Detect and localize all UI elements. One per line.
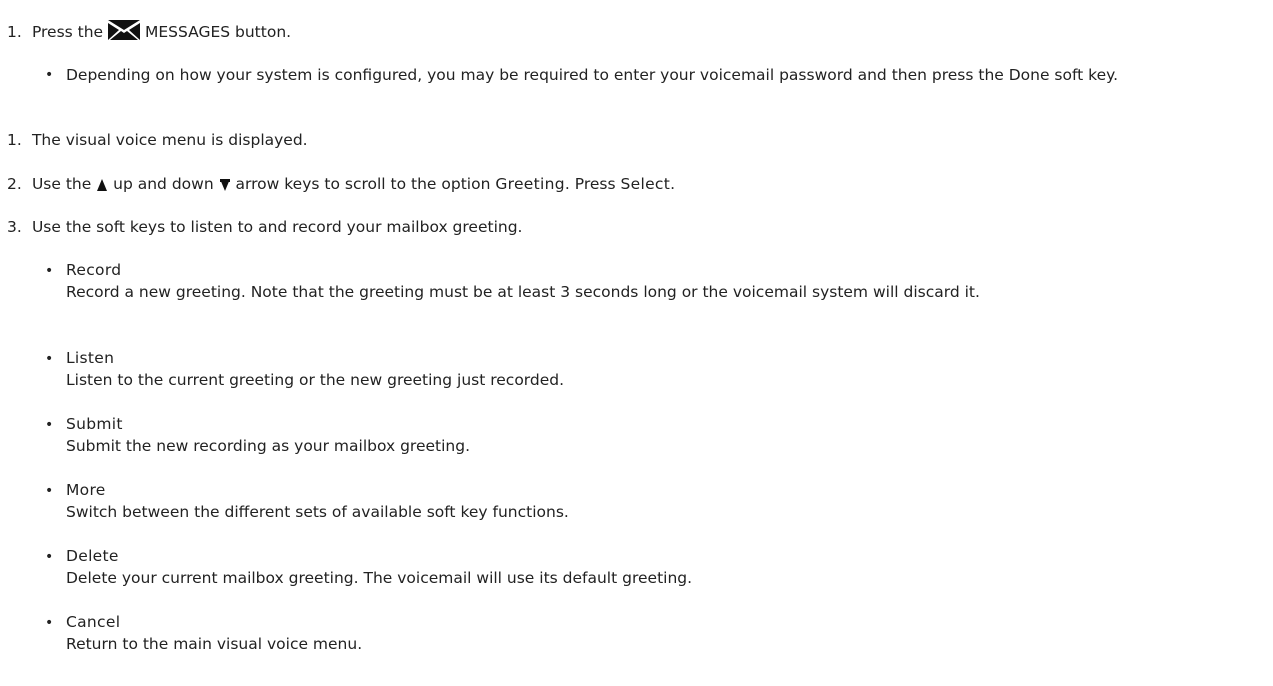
softkey-item-cancel: Cancel Return to the main visual voice m… [66,611,1256,655]
step-number: 3. [7,218,22,236]
softkey-description: Record a new greeting. Note that the gre… [66,283,980,301]
step-text-after-icon: MESSAGES button. [144,23,292,41]
softkey-description: Delete your current mailbox greeting. Th… [66,569,693,587]
softkey-description: Return to the main visual voice menu. [66,635,363,653]
bullet-marker: • [45,263,54,279]
select-key-name: Select [620,175,671,193]
bullet-marker: • [45,417,54,433]
down-arrow-icon [219,177,231,197]
step-text-part1: Use the [31,175,92,193]
step-text-part3: arrow keys to scroll to the option [235,175,491,193]
bullet-marker: • [45,351,54,367]
bullet-marker: • [45,67,54,83]
softkey-item-listen: Listen Listen to the current greeting or… [66,347,1256,391]
step-display: 1. The visual voice menu is displayed. [7,130,308,150]
softkey-term: Submit [66,415,123,433]
step-text-part4: . Press [564,175,616,193]
softkey-description: Switch between the different sets of ava… [66,503,569,521]
softkey-description: Listen to the current greeting or the ne… [66,371,565,389]
step-text: Use the soft keys to listen to and recor… [31,218,523,236]
instructions-document: 1. Press the MESSAGES button. • Dependin… [0,0,1273,686]
step-scroll: 2. Use the up and down arrow keys to scr… [7,174,675,197]
softkey-term: More [66,481,106,499]
step-number: 1. [7,131,22,149]
step-1-note: Depending on how your system is configur… [66,66,1119,84]
step-text: The visual voice menu is displayed. [31,131,308,149]
bullet-marker: • [45,549,54,565]
up-arrow-icon [96,177,108,197]
softkey-item-record: Record Record a new greeting. Note that … [66,259,1256,303]
step-number: 2. [7,175,22,193]
step-softkeys: 3. Use the soft keys to listen to and re… [7,217,522,237]
step-1: 1. Press the MESSAGES button. [7,20,291,45]
softkey-term: Listen [66,349,115,367]
softkey-description: Submit the new recording as your mailbox… [66,437,470,455]
softkey-term: Record [66,261,122,279]
softkey-item-submit: Submit Submit the new recording as your … [66,413,1256,457]
step-text-part5: . [670,175,676,193]
step-number: 1. [7,23,22,41]
softkey-item-delete: Delete Delete your current mailbox greet… [66,545,1256,589]
step-text-before-icon: Press the [31,23,104,41]
option-name: Greeting [495,175,565,193]
softkey-item-more: More Switch between the different sets o… [66,479,1256,523]
softkey-term: Cancel [66,613,121,631]
step-text-part2: up and down [113,175,214,193]
envelope-icon [108,20,141,45]
bullet-marker: • [45,615,54,631]
bullet-marker: • [45,483,54,499]
softkey-term: Delete [66,547,119,565]
